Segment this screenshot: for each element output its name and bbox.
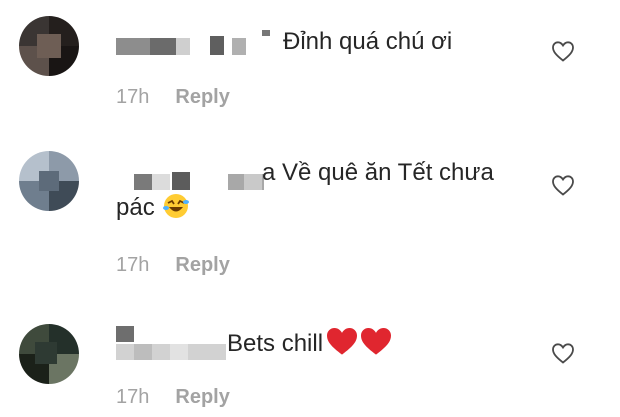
red-heart-emoji-icon (327, 328, 358, 355)
avatar[interactable] (19, 16, 79, 76)
comment-meta: 17h Reply (116, 386, 230, 409)
heart-outline-icon[interactable] (551, 342, 575, 364)
red-heart-emoji-icon (361, 328, 392, 355)
comment-item: Đỉnh quá chú ơi 17h Reply (0, 0, 620, 140)
comment-meta: 17h Reply (116, 86, 230, 109)
reply-button[interactable]: Reply (175, 386, 229, 408)
reply-button[interactable]: Reply (175, 86, 229, 108)
comment-time: 17h (116, 254, 150, 276)
heart-outline-icon[interactable] (551, 40, 575, 62)
comment-time: 17h (116, 86, 150, 108)
comment-time: 17h (116, 386, 150, 408)
comment-item: Bets chill 17h Reply (0, 290, 620, 417)
comment-text: a Về quê ăn Tết chưa (262, 159, 494, 186)
comment-text: Đỉnh quá chú ơi (283, 28, 453, 55)
comment-meta: 17h Reply (116, 254, 230, 277)
heart-outline-icon[interactable] (551, 174, 575, 196)
comment-text-continued: pác (116, 192, 191, 223)
avatar[interactable] (19, 151, 79, 211)
comment-item: a Về quê ăn Tết chưa pác 17h Reply (0, 140, 620, 290)
rolling-laughing-emoji-icon (163, 194, 190, 218)
comment-text-value: Bets chill (227, 330, 324, 357)
avatar[interactable] (19, 324, 79, 384)
comment-text: Bets chill (227, 326, 393, 359)
reply-button[interactable]: Reply (175, 254, 229, 276)
comment-text-line2: pác (116, 194, 155, 221)
